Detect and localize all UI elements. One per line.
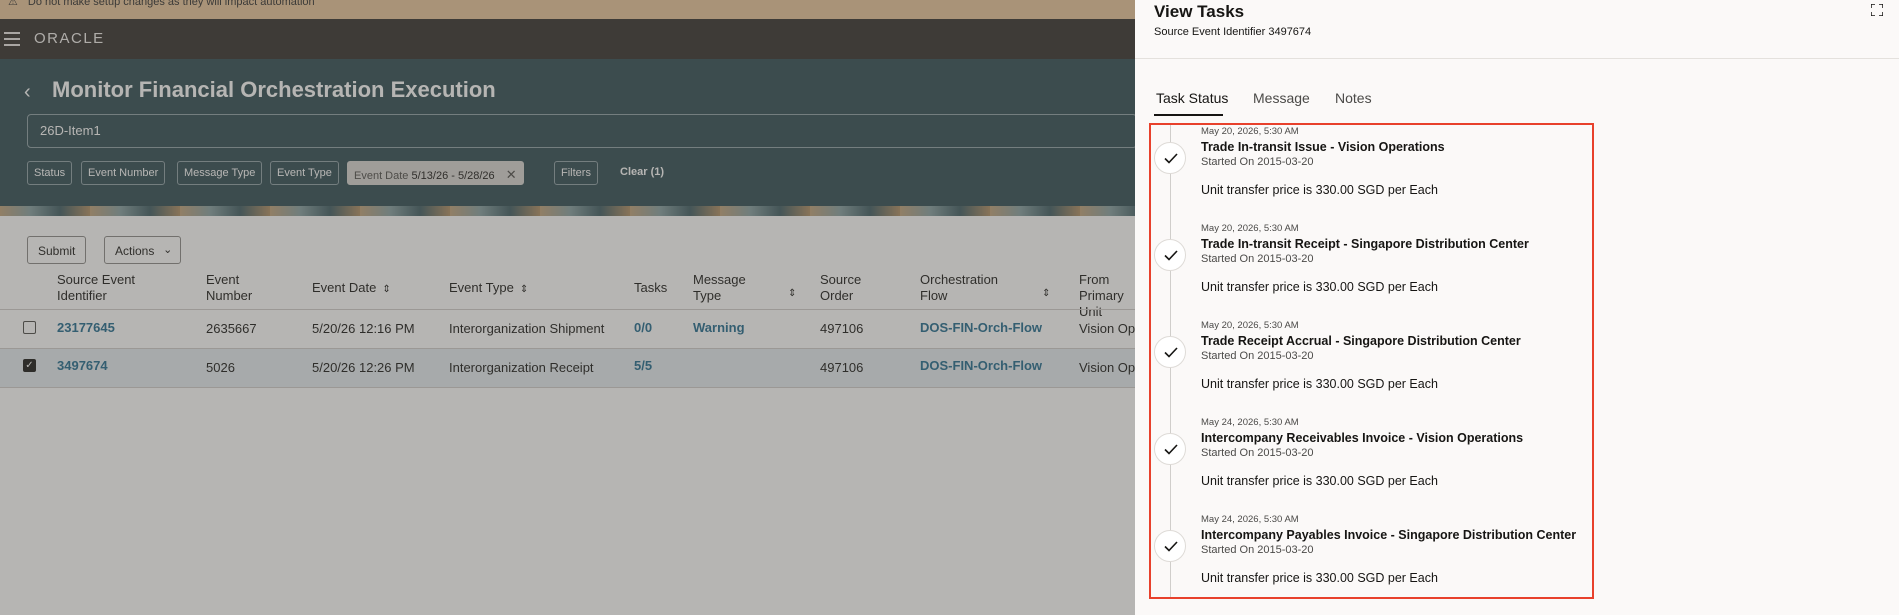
tab-task-status[interactable]: Task Status: [1156, 90, 1228, 106]
task-name: Trade In-transit Receipt - Singapore Dis…: [1201, 237, 1529, 251]
drawer-title: View Tasks: [1154, 2, 1245, 21]
task-name: Intercompany Receivables Invoice - Visio…: [1201, 431, 1524, 445]
task-name: Intercompany Payables Invoice - Singapor…: [1201, 528, 1577, 542]
task-started-on: Started On 2015-03-20: [1201, 253, 1314, 265]
task-item: May 20, 2026, 5:30 AM Trade In-transit I…: [1150, 124, 1590, 221]
task-status-marker: [1154, 239, 1186, 271]
active-tab-indicator: [1154, 114, 1223, 116]
task-message: Unit transfer price is 330.00 SGD per Ea…: [1201, 474, 1438, 488]
task-timestamp: May 20, 2026, 5:30 AM: [1201, 223, 1299, 234]
modal-scrim[interactable]: [0, 0, 1135, 615]
task-message: Unit transfer price is 330.00 SGD per Ea…: [1201, 571, 1438, 585]
task-name: Trade In-transit Issue - Vision Operatio…: [1201, 140, 1445, 154]
task-message: Unit transfer price is 330.00 SGD per Ea…: [1201, 377, 1438, 391]
background-app: ⚠ Do not make setup changes as they will …: [0, 0, 1135, 615]
task-status-marker: [1154, 336, 1186, 368]
task-timestamp: May 24, 2026, 5:30 AM: [1201, 417, 1299, 428]
task-timestamp: May 24, 2026, 5:30 AM: [1201, 514, 1299, 525]
task-started-on: Started On 2015-03-20: [1201, 447, 1314, 459]
check-icon: [1164, 444, 1178, 455]
task-message: Unit transfer price is 330.00 SGD per Ea…: [1201, 280, 1438, 294]
check-icon: [1164, 347, 1178, 358]
task-timestamp: May 20, 2026, 5:30 AM: [1201, 126, 1299, 137]
task-item: May 24, 2026, 5:30 AM Intercompany Recei…: [1150, 415, 1590, 512]
task-started-on: Started On 2015-03-20: [1201, 544, 1314, 556]
task-status-marker: [1154, 142, 1186, 174]
task-timestamp: May 20, 2026, 5:30 AM: [1201, 320, 1299, 331]
tab-message[interactable]: Message: [1253, 90, 1310, 106]
task-started-on: Started On 2015-03-20: [1201, 156, 1314, 168]
check-icon: [1164, 250, 1178, 261]
task-name: Trade Receipt Accrual - Singapore Distri…: [1201, 334, 1521, 348]
task-item: May 24, 2026, 5:30 AM Intercompany Payab…: [1150, 512, 1590, 609]
expand-icon[interactable]: [1871, 4, 1883, 16]
task-started-on: Started On 2015-03-20: [1201, 350, 1314, 362]
drawer-divider: [1135, 58, 1899, 59]
task-message: Unit transfer price is 330.00 SGD per Ea…: [1201, 183, 1438, 197]
task-item: May 20, 2026, 5:30 AM Trade Receipt Accr…: [1150, 318, 1590, 415]
check-icon: [1164, 153, 1178, 164]
drawer-subtitle: Source Event Identifier 3497674: [1154, 26, 1312, 38]
task-status-marker: [1154, 530, 1186, 562]
task-status-marker: [1154, 433, 1186, 465]
task-item: May 20, 2026, 5:30 AM Trade In-transit R…: [1150, 221, 1590, 318]
tab-notes[interactable]: Notes: [1335, 90, 1372, 106]
check-icon: [1164, 541, 1178, 552]
